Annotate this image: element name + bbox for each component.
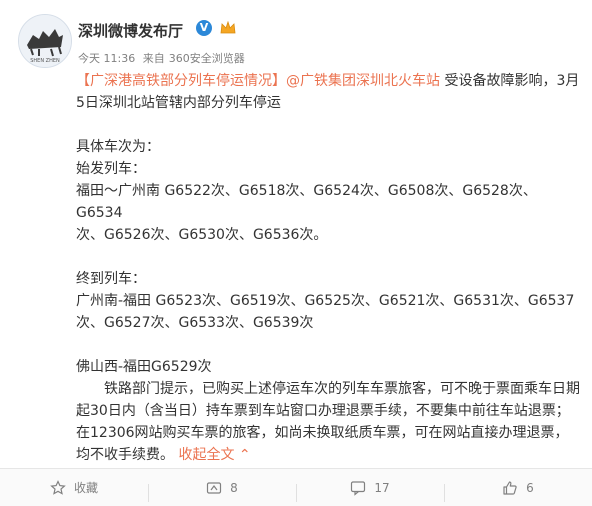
mention-link[interactable]: @广铁集团深圳北火车站: [286, 73, 440, 89]
repost-button[interactable]: 8: [148, 480, 296, 502]
notice-line-4: 均不收手续费。: [76, 447, 174, 463]
favorite-label: 收藏: [73, 481, 98, 495]
crown-icon: [220, 21, 236, 34]
notice-line-2: 起30日内（含当日）持车票到车站窗口办理退票手续，不要集中前往车站退票；: [76, 403, 570, 419]
like-count: 6: [526, 480, 534, 495]
like-button[interactable]: 6: [444, 480, 592, 502]
verified-icon: V: [196, 20, 212, 36]
like-thumb-icon: [503, 480, 517, 495]
notice-line-4-wrap: 均不收手续费。 收起全文 ⌃: [76, 444, 582, 466]
section-label: 具体车次为：: [76, 139, 160, 155]
origin-line-1: 福田～广州南 G6522次、G6518次、G6524次、G6508次、G6528…: [76, 183, 537, 221]
collapse-button[interactable]: 收起全文 ⌃: [178, 447, 250, 463]
repost-icon: [207, 481, 222, 494]
favorite-star-icon: [50, 479, 66, 495]
terminal-label: 终到列车：: [76, 271, 146, 287]
collapse-arrow-icon: ⌃: [238, 447, 251, 463]
author-name[interactable]: 深圳微博发布厅: [78, 20, 183, 41]
notice-line-3: 在12306网站购买车票的旅客，如尚未换取纸质车票，可在网站直接办理退票，: [76, 425, 569, 441]
comment-count: 17: [374, 480, 390, 495]
weibo-post-card: SHEN ZHEN 深圳微博发布厅 V 今天 11:36 来自 360安全浏览器 …: [0, 0, 592, 506]
comment-button[interactable]: 17: [296, 480, 444, 502]
topic-link[interactable]: 【广深港高铁部分列车停运情况】: [76, 73, 286, 89]
notice-line-1: 铁路部门提示，已购买上述停运车次的列车车票旅客，可不晚于票面乘车日期: [104, 381, 580, 397]
source-prefix: 来自: [142, 52, 165, 65]
terminal-line-2: 次、G6527次、G6533次、G6539次: [76, 315, 314, 331]
avatar[interactable]: SHEN ZHEN: [18, 14, 72, 68]
collapse-label: 收起全文: [178, 447, 235, 463]
post-time[interactable]: 今天 11:36: [78, 52, 135, 65]
foshan-line: 佛山西-福田G6529次: [76, 359, 212, 375]
terminal-line-1: 广州南-福田 G6523次、G6519次、G6525次、G6521次、G6531…: [76, 293, 575, 309]
action-bar: 收藏 8 17 6: [0, 468, 592, 506]
post-meta: 今天 11:36 来自 360安全浏览器: [78, 50, 249, 66]
post-title: 【广深港高铁部分列车停运情况】@广铁集团深圳北火车站 受设备故障影响，3月5日深…: [76, 70, 582, 114]
post-source[interactable]: 360安全浏览器: [169, 52, 245, 65]
origin-label: 始发列车：: [76, 161, 146, 177]
post-content: 【广深港高铁部分列车停运情况】@广铁集团深圳北火车站 受设备故障影响，3月5日深…: [76, 70, 582, 466]
repost-count: 8: [230, 480, 238, 495]
svg-text:SHEN ZHEN: SHEN ZHEN: [30, 58, 60, 64]
comment-icon: [351, 480, 366, 496]
origin-line-2: 次、G6526次、G6530次、G6536次。: [76, 227, 328, 243]
avatar-horse-logo: SHEN ZHEN: [19, 15, 71, 67]
favorite-button[interactable]: 收藏: [0, 479, 148, 496]
